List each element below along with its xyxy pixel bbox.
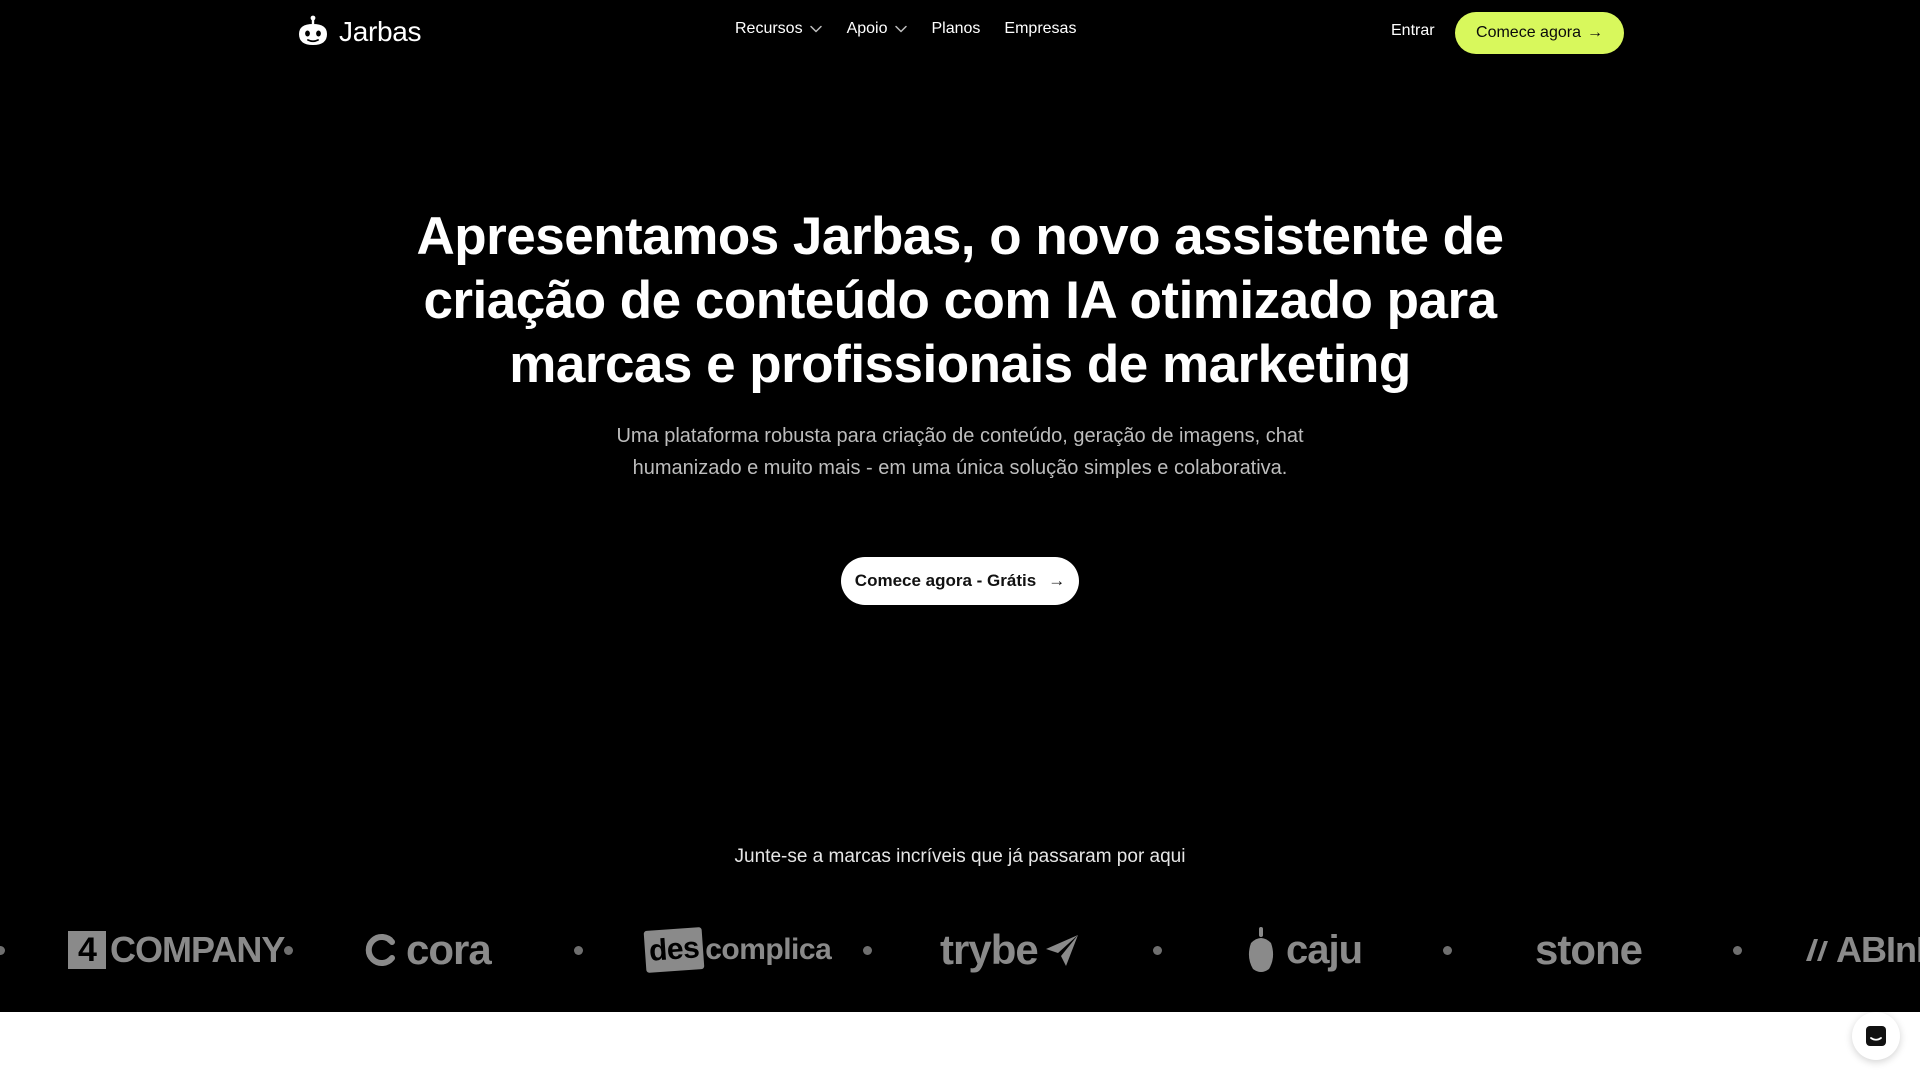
brand-logo-caju: caju [1246,920,1363,980]
logo-text: Jarbas [339,16,422,47]
start-free-button[interactable]: Comece agora - Grátis → [841,557,1079,605]
page: Jarbas Recursos Apoio Planos Empresas En… [0,0,1920,1080]
nav-item-apoio[interactable]: Apoio [847,20,908,38]
nav-item-label: Recursos [735,20,803,37]
cora-mark-icon [365,934,395,966]
hero-title: Apresentamos Jarbas, o novo assistente d… [416,207,1504,394]
chat-bubble-icon [1866,1026,1886,1046]
nav-item-label: Planos [931,20,981,37]
nav-item-empresas[interactable]: Empresas [1004,20,1076,38]
top-navbar: Jarbas Recursos Apoio Planos Empresas En… [0,0,1920,66]
nav-item-planos[interactable]: Planos [932,20,981,38]
separator-dot [863,946,872,955]
separator-dot [0,946,5,955]
brand-logo-stone: stone [1535,926,1643,973]
chat-launcher-button[interactable] [1852,1012,1900,1060]
separator-dot [1153,946,1162,955]
abinbev-mark-icon [1806,939,1828,961]
nav-item-label: Apoio [846,20,888,37]
paper-plane-icon [1045,935,1078,966]
nav-item-recursos[interactable]: Recursos [735,20,823,38]
separator-dot [1733,946,1742,955]
brand-logo-4company: 4 COMPANY [68,920,285,980]
arrow-right-icon: → [1586,24,1603,41]
login-link[interactable]: Entrar [1391,22,1435,40]
start-now-label: Comece agora [1476,24,1581,41]
brand-logo-descomplica: des complica [643,920,832,980]
main-nav: Recursos Apoio Planos Empresas [735,20,1076,38]
start-free-label: Comece agora - Grátis [854,571,1037,590]
arrow-right-icon: → [1048,571,1066,590]
robot-icon [299,15,327,45]
brand-logo-trybe: trybe [940,920,1080,980]
hero-subtitle: Uma plataforma robusta para criação de c… [616,425,1304,479]
start-now-button[interactable]: Comece agora → [1455,12,1624,54]
brand-logos-row: 4 COMPANY cora des complica trybe caju s… [0,920,1920,980]
cashew-icon [1248,927,1274,972]
separator-dot [1443,946,1452,955]
logo-link[interactable]: Jarbas [295,14,422,50]
brand-logo-abinbev: ABInB [1802,920,1920,980]
chevron-down-icon [809,25,822,33]
separator-dot [284,946,293,955]
nav-item-label: Empresas [1004,20,1077,37]
separator-dot [574,946,583,955]
brand-logo-cora: cora [364,920,492,980]
next-section [0,1012,1920,1080]
chevron-down-icon [894,25,907,33]
brands-caption: Junte-se a marcas incríveis que já passa… [734,846,1186,867]
